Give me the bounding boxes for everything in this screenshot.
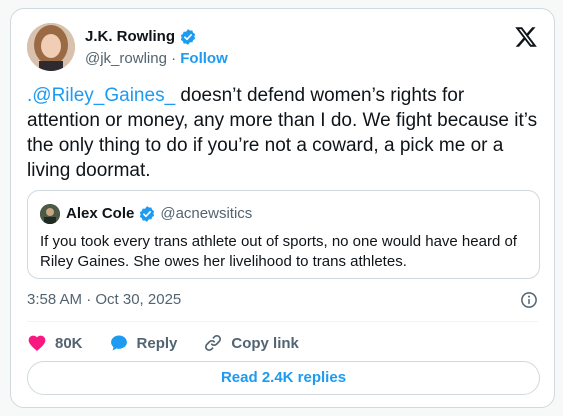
tweet-text: .@Riley_Gaines_ doesn’t defend women’s r… <box>27 83 542 183</box>
like-button[interactable]: 80K <box>27 333 83 353</box>
reply-bubble-icon <box>110 335 127 351</box>
reply-button[interactable]: Reply <box>109 333 178 353</box>
reply-label: Reply <box>136 334 178 352</box>
mention-link[interactable]: .@Riley_Gaines_ <box>27 85 175 106</box>
author-info: J.K. Rowling @jk_rowling · Follow <box>85 27 228 69</box>
action-bar: 80K Reply Copy link <box>27 331 325 355</box>
verified-badge-icon <box>140 206 155 222</box>
handle-separator: · <box>171 50 177 67</box>
tweet-card: J.K. Rowling @jk_rowling · Follow .@Rile… <box>10 8 555 408</box>
link-icon <box>205 334 222 352</box>
info-icon[interactable] <box>520 291 538 309</box>
author-handle[interactable]: @jk_rowling <box>85 50 167 67</box>
copy-link-button[interactable]: Copy link <box>203 333 299 353</box>
divider <box>27 321 538 322</box>
follow-button[interactable]: Follow <box>180 50 228 67</box>
like-count: 80K <box>55 334 83 352</box>
verified-badge-icon <box>180 29 196 45</box>
timestamp[interactable]: 3:58 AM · Oct 30, 2025 <box>27 291 181 308</box>
quoted-author-handle: @acnewsitics <box>160 205 253 222</box>
quoted-tweet-text: If you took every trans athlete out of s… <box>40 233 517 270</box>
quoted-author-name: Alex Cole <box>66 205 135 222</box>
author-name[interactable]: J.K. Rowling <box>85 27 175 47</box>
quoted-tweet[interactable]: Alex Cole @acnewsitics If you took every… <box>27 190 540 279</box>
x-logo-icon[interactable] <box>514 25 538 49</box>
tweet-header: J.K. Rowling @jk_rowling · Follow <box>27 23 538 71</box>
heart-icon <box>28 335 46 351</box>
quoted-author-avatar <box>40 204 60 224</box>
author-avatar[interactable] <box>27 23 75 71</box>
copy-link-label: Copy link <box>231 334 299 352</box>
tweet-meta: 3:58 AM · Oct 30, 2025 <box>27 290 538 310</box>
read-replies-button[interactable]: Read 2.4K replies <box>27 361 540 395</box>
quoted-tweet-header: Alex Cole @acnewsitics <box>40 204 252 224</box>
